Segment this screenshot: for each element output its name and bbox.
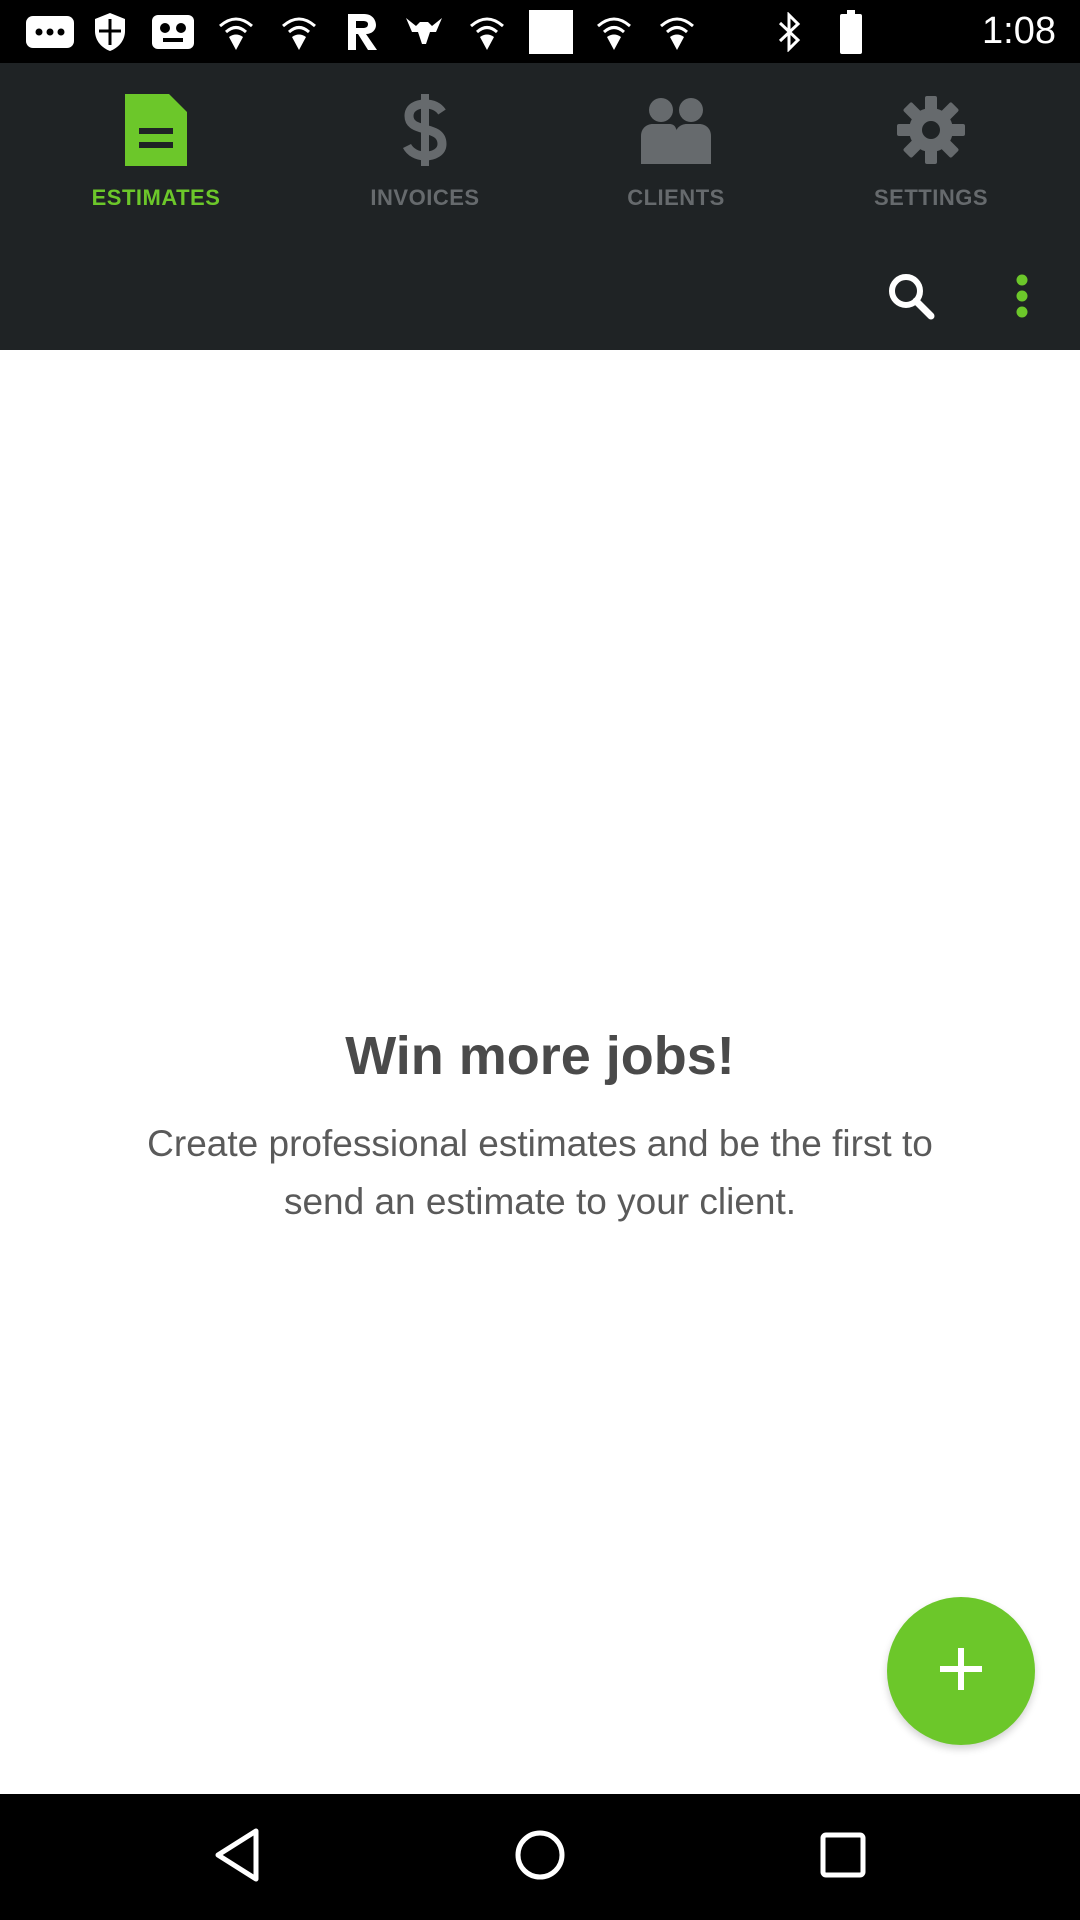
bull-icon	[402, 12, 446, 52]
empty-state-description: Create professional estimates and be the…	[147, 1123, 933, 1222]
battery-icon	[836, 10, 866, 54]
navigation-bar	[0, 1794, 1080, 1920]
gear-icon	[886, 85, 976, 175]
tab-settings[interactable]: SETTINGS	[821, 85, 1041, 265]
tab-invoices[interactable]: INVOICES	[315, 85, 535, 265]
wifi-icon	[465, 12, 509, 52]
estimates-empty-state: Win more jobs! Create professional estim…	[0, 350, 1080, 1794]
more-icon	[22, 12, 78, 52]
shield-icon	[90, 12, 130, 52]
tab-label: ESTIMATES	[91, 185, 221, 210]
search-button[interactable]	[871, 253, 951, 343]
wifi-icon	[655, 12, 699, 52]
dollar-icon	[380, 85, 470, 175]
wifi-icon	[214, 12, 258, 52]
gamepad-icon	[150, 12, 196, 52]
back-icon	[212, 1827, 262, 1888]
tab-label: SETTINGS	[873, 185, 988, 210]
home-button[interactable]	[500, 1817, 580, 1897]
more-options-button[interactable]	[982, 253, 1062, 343]
tab-clients[interactable]: CLIENTS	[566, 85, 786, 265]
tab-label: CLIENTS	[627, 185, 725, 210]
search-icon	[887, 272, 935, 325]
bluetooth-icon	[772, 12, 808, 52]
app-bar: ESTIMATES INVOICES CLIENTS SETTINGS	[0, 63, 1080, 350]
document-icon	[111, 85, 201, 175]
more-vertical-icon	[1015, 274, 1029, 323]
people-icon	[631, 85, 721, 175]
recents-button[interactable]	[803, 1817, 883, 1897]
tab-estimates[interactable]: ESTIMATES	[46, 85, 266, 265]
home-icon	[514, 1829, 566, 1886]
add-estimate-button[interactable]	[887, 1597, 1035, 1745]
r-app-icon	[340, 12, 384, 52]
status-time: 1:08	[982, 10, 1056, 52]
tab-label: INVOICES	[370, 185, 480, 210]
recents-icon	[820, 1832, 866, 1883]
wifi-icon	[592, 12, 636, 52]
back-button[interactable]	[197, 1817, 277, 1897]
plus-icon	[940, 1647, 982, 1695]
status-bar: 1:08	[0, 0, 1080, 63]
blank-icon	[528, 10, 574, 54]
empty-state-title: Win more jobs!	[345, 1026, 735, 1086]
wifi-icon	[277, 12, 321, 52]
